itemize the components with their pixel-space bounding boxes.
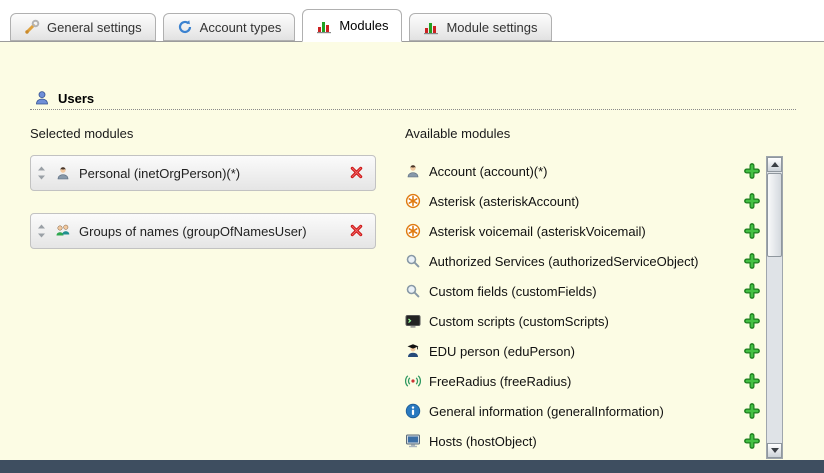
selected-modules-heading: Selected modules bbox=[30, 126, 133, 141]
section-title: Users bbox=[58, 91, 94, 106]
tab-label: Account types bbox=[200, 20, 282, 35]
available-module-label: Authorized Services (authorizedServiceOb… bbox=[429, 254, 736, 269]
chart-icon bbox=[316, 18, 332, 34]
edu-person-icon bbox=[405, 343, 421, 359]
tab-modules[interactable]: Modules bbox=[302, 9, 402, 42]
lam-configuration-window: General settings Account types Modules Modu… bbox=[0, 0, 824, 473]
user-icon bbox=[34, 90, 50, 106]
add-module-button[interactable] bbox=[744, 373, 760, 389]
person-icon bbox=[405, 163, 421, 179]
content-area: Users Selected modules Available modules… bbox=[0, 41, 824, 460]
available-module-label: Asterisk voicemail (asteriskVoicemail) bbox=[429, 224, 736, 239]
selected-modules-list: Personal (inetOrgPerson)(*) Groups of nam… bbox=[30, 155, 376, 249]
add-module-button[interactable] bbox=[744, 313, 760, 329]
add-module-button[interactable] bbox=[744, 253, 760, 269]
available-module-label: Custom fields (customFields) bbox=[429, 284, 736, 299]
footer-bar bbox=[0, 460, 824, 473]
available-module-row: Custom scripts (customScripts) bbox=[405, 306, 760, 336]
add-module-button[interactable] bbox=[744, 433, 760, 449]
selected-module-row: Personal (inetOrgPerson)(*) bbox=[30, 155, 376, 191]
magnifier-icon bbox=[405, 283, 421, 299]
tab-account-types[interactable]: Account types bbox=[163, 13, 296, 41]
magnifier-icon bbox=[405, 253, 421, 269]
selected-module-row: Groups of names (groupOfNamesUser) bbox=[30, 213, 376, 249]
refresh-icon bbox=[177, 19, 193, 35]
drag-handle-icon[interactable] bbox=[37, 166, 47, 180]
available-modules-heading: Available modules bbox=[405, 126, 510, 141]
tab-general-settings[interactable]: General settings bbox=[10, 13, 156, 41]
scrollbar-up-button[interactable] bbox=[767, 157, 782, 172]
selected-module-label: Personal (inetOrgPerson)(*) bbox=[79, 166, 341, 181]
selected-module-label: Groups of names (groupOfNamesUser) bbox=[79, 224, 341, 239]
asterisk-icon bbox=[405, 223, 421, 239]
remove-module-button[interactable] bbox=[349, 223, 365, 239]
info-icon bbox=[405, 403, 421, 419]
available-module-label: EDU person (eduPerson) bbox=[429, 344, 736, 359]
section-users-heading: Users bbox=[34, 90, 94, 106]
wrench-icon bbox=[24, 19, 40, 35]
available-module-row: Authorized Services (authorizedServiceOb… bbox=[405, 246, 760, 276]
scrollbar-thumb[interactable] bbox=[767, 173, 782, 257]
tab-module-settings[interactable]: Module settings bbox=[409, 13, 551, 41]
scrollbar[interactable] bbox=[766, 156, 783, 459]
arrow-up-icon bbox=[771, 162, 779, 167]
tab-label: General settings bbox=[47, 20, 142, 35]
available-modules-list: Account (account)(*) Asterisk (asteriskAc… bbox=[405, 156, 760, 456]
drag-handle-icon[interactable] bbox=[37, 224, 47, 238]
available-module-label: Asterisk (asteriskAccount) bbox=[429, 194, 736, 209]
terminal-icon bbox=[405, 313, 421, 329]
scrollbar-down-button[interactable] bbox=[767, 443, 782, 458]
remove-module-button[interactable] bbox=[349, 165, 365, 181]
available-module-row: FreeRadius (freeRadius) bbox=[405, 366, 760, 396]
available-module-label: FreeRadius (freeRadius) bbox=[429, 374, 736, 389]
available-module-row: Custom fields (customFields) bbox=[405, 276, 760, 306]
add-module-button[interactable] bbox=[744, 403, 760, 419]
add-module-button[interactable] bbox=[744, 223, 760, 239]
available-module-label: General information (generalInformation) bbox=[429, 404, 736, 419]
available-module-row: Asterisk (asteriskAccount) bbox=[405, 186, 760, 216]
add-module-button[interactable] bbox=[744, 163, 760, 179]
person-icon bbox=[55, 165, 71, 181]
add-module-button[interactable] bbox=[744, 283, 760, 299]
tab-label: Modules bbox=[339, 18, 388, 33]
tab-bar: General settings Account types Modules Modu… bbox=[10, 9, 552, 41]
available-module-row: Account (account)(*) bbox=[405, 156, 760, 186]
chart-icon bbox=[423, 19, 439, 35]
add-module-button[interactable] bbox=[744, 193, 760, 209]
available-module-row: General information (generalInformation) bbox=[405, 396, 760, 426]
available-module-row: Hosts (hostObject) bbox=[405, 426, 760, 456]
available-module-row: EDU person (eduPerson) bbox=[405, 336, 760, 366]
section-divider bbox=[30, 109, 796, 110]
available-module-label: Custom scripts (customScripts) bbox=[429, 314, 736, 329]
computer-icon bbox=[405, 433, 421, 449]
radius-icon bbox=[405, 373, 421, 389]
arrow-down-icon bbox=[771, 448, 779, 453]
available-module-label: Hosts (hostObject) bbox=[429, 434, 736, 449]
add-module-button[interactable] bbox=[744, 343, 760, 359]
asterisk-icon bbox=[405, 193, 421, 209]
tab-label: Module settings bbox=[446, 20, 537, 35]
group-icon bbox=[55, 223, 71, 239]
available-module-label: Account (account)(*) bbox=[429, 164, 736, 179]
available-module-row: Asterisk voicemail (asteriskVoicemail) bbox=[405, 216, 760, 246]
